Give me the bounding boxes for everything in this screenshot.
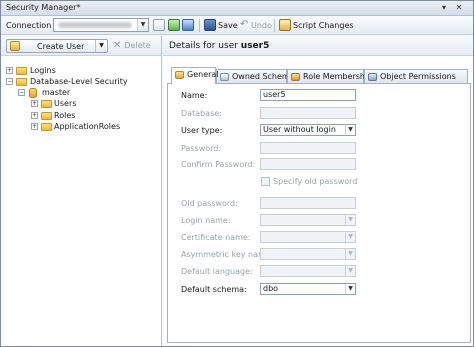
delete-button[interactable]: ✕ Delete [113, 40, 151, 51]
collapse-database-level-security[interactable]: − [6, 78, 13, 85]
toolbar-separator [274, 19, 275, 32]
name-input[interactable]: user5 [260, 89, 356, 101]
expand-application-roles[interactable]: + [31, 123, 38, 130]
certificate-name-select: ▼ [260, 231, 356, 243]
expand-roles[interactable]: + [31, 112, 38, 119]
main-toolbar: Connection ▼ Save ↶ Undo Script Changes [1, 16, 473, 35]
connection-combo[interactable]: ▼ [53, 18, 149, 32]
tree-item-master[interactable]: master [42, 88, 70, 97]
login-name-select: ▼ [260, 214, 356, 226]
sync-icon[interactable] [182, 19, 194, 31]
window-title: Security Manager* [6, 3, 81, 12]
toolbar-separator [199, 19, 200, 32]
details-title-prefix: Details for user [169, 41, 241, 51]
certificate-name-label: Certificate name: [181, 233, 251, 242]
database-input [260, 107, 356, 119]
tree-item-roles[interactable]: Roles [54, 111, 75, 120]
old-password-label: Old password: [181, 199, 238, 208]
security-manager-window: Security Manager* ▾ ✕ Connection ▼ Save … [0, 0, 474, 347]
permissions-icon [368, 73, 377, 81]
details-title-user: user5 [240, 41, 270, 51]
chevron-down-icon[interactable]: ▼ [345, 284, 355, 294]
tree-item-users[interactable]: Users [54, 99, 76, 108]
save-icon[interactable] [204, 19, 216, 31]
undo-icon: ↶ [240, 19, 249, 30]
chevron-down-icon: ▼ [345, 232, 355, 242]
tab-object-permissions[interactable]: Object Permissions [364, 69, 468, 83]
default-language-label: Default language: [181, 267, 253, 276]
name-label: Name: [181, 91, 208, 100]
script-changes-button[interactable]: Script Changes [293, 21, 354, 30]
connection-label: Connection [6, 21, 52, 30]
database-label: Database: [181, 109, 222, 118]
roles-icon [41, 112, 52, 120]
delete-icon: ✕ [113, 40, 122, 51]
specify-old-password-label: Specify old password [273, 177, 358, 186]
expand-logins[interactable]: + [6, 67, 13, 74]
user-type-label: User type: [181, 126, 223, 135]
script-icon[interactable] [279, 19, 291, 31]
asymmetric-key-name-select: ▼ [260, 248, 356, 260]
tree-toolbar: Create User ▼ ✕ Delete [1, 36, 161, 56]
chevron-down-icon: ▼ [345, 266, 355, 276]
add-user-icon [10, 41, 20, 51]
create-user-button[interactable]: Create User ▼ [6, 39, 108, 53]
chevron-down-icon: ▼ [345, 249, 355, 259]
connection-value [58, 22, 132, 28]
refresh-icon[interactable] [168, 19, 180, 31]
default-schema-label: Default schema: [181, 285, 247, 294]
old-password-input [260, 197, 356, 209]
tab-role-membership[interactable]: Role Membership [287, 69, 372, 83]
application-roles-icon [41, 123, 52, 131]
create-user-label: Create User [37, 42, 85, 51]
general-tab-content: Name: user5 Database: User type: User wi… [167, 83, 471, 343]
default-schema-select[interactable]: dbo ▼ [260, 283, 356, 295]
object-tree-panel: Create User ▼ ✕ Delete + Logins − Databas… [1, 36, 162, 346]
details-tabs: General Owned Schemas Role Membership Ob… [167, 67, 470, 84]
schema-icon [220, 73, 229, 81]
expand-users[interactable]: + [31, 100, 38, 107]
user-type-value: User without login [263, 125, 336, 134]
user-icon [175, 71, 184, 79]
database-icon [29, 88, 37, 98]
password-input [260, 142, 356, 154]
login-name-label: Login name: [181, 216, 231, 225]
confirm-password-input [260, 158, 356, 170]
tree-item-database-level-security[interactable]: Database-Level Security [30, 77, 128, 86]
details-header: Details for user user5 [163, 36, 473, 56]
tab-general-label: General [187, 70, 219, 79]
tab-general[interactable]: General [171, 67, 219, 84]
details-panel: Details for user user5 General Owned Sch… [163, 36, 473, 346]
delete-label: Delete [124, 41, 151, 50]
tree-item-logins[interactable]: Logins [30, 66, 56, 75]
folder-icon [16, 78, 27, 86]
default-schema-value: dbo [263, 284, 279, 293]
chevron-down-icon: ▼ [345, 215, 355, 225]
details-title: Details for user user5 [169, 41, 269, 51]
tree-item-application-roles[interactable]: ApplicationRoles [54, 122, 120, 131]
tab-object-permissions-label: Object Permissions [380, 72, 456, 81]
default-language-select: ▼ [260, 265, 356, 277]
role-icon [291, 73, 300, 81]
folder-icon [16, 67, 27, 75]
tab-owned-schemas[interactable]: Owned Schemas [216, 69, 299, 83]
chevron-down-icon[interactable]: ▼ [345, 125, 355, 135]
title-bar: Security Manager* ▾ ✕ [1, 1, 473, 16]
undo-button[interactable]: Undo [251, 21, 272, 30]
collapse-master[interactable]: − [18, 89, 25, 96]
users-icon [41, 100, 52, 108]
specify-old-password-checkbox [261, 177, 270, 186]
pin-icon[interactable]: ▾ [439, 3, 449, 13]
save-button[interactable]: Save [218, 21, 238, 30]
properties-icon[interactable] [153, 19, 165, 31]
confirm-password-label: Confirm Password: [181, 160, 256, 169]
user-type-select[interactable]: User without login ▼ [260, 124, 356, 136]
chevron-down-icon[interactable]: ▼ [95, 40, 107, 52]
password-label: Password: [181, 144, 222, 153]
chevron-down-icon[interactable]: ▼ [137, 19, 148, 31]
tab-role-membership-label: Role Membership [303, 72, 373, 81]
close-icon[interactable]: ✕ [454, 3, 464, 13]
